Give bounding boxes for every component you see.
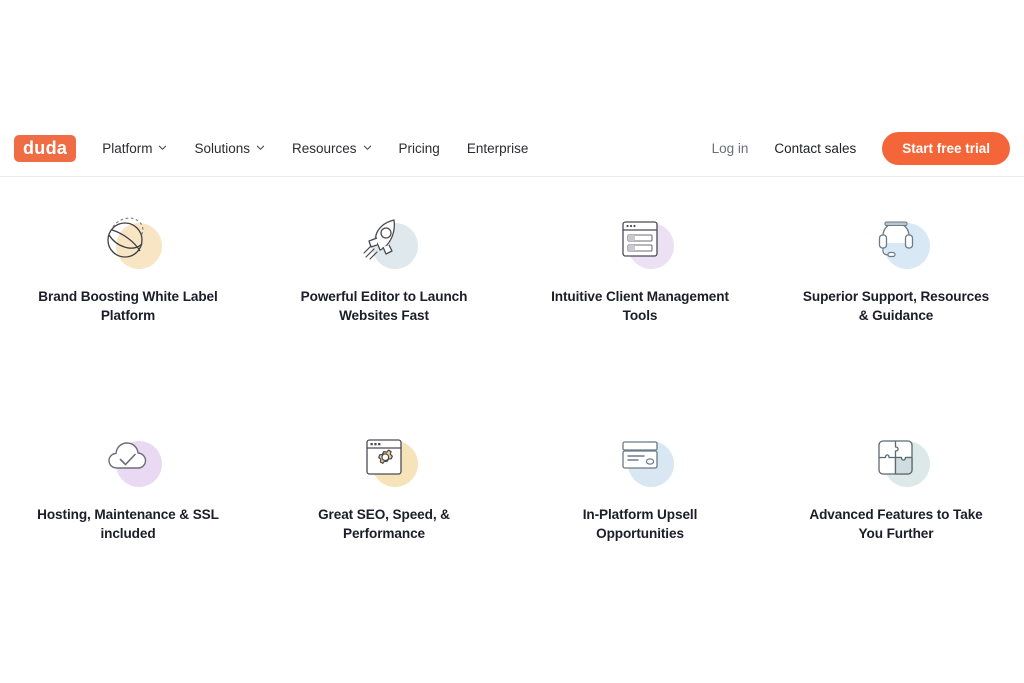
nav-item-platform-label: Platform (102, 141, 153, 156)
nav-item-solutions-label: Solutions (194, 141, 251, 156)
chevron-down-icon (256, 143, 265, 152)
page-top-spacer (0, 0, 1024, 121)
main-navigation-bar: duda Platform Solutions Resources Pricin… (0, 121, 1024, 177)
nav-item-solutions[interactable]: Solutions (194, 141, 265, 156)
nav-left-group: duda Platform Solutions Resources Pricin… (14, 135, 528, 162)
feature-title: Powerful Editor to Launch Websites Fast (300, 289, 468, 324)
feature-icon-wrap (336, 419, 432, 495)
nav-item-enterprise-label: Enterprise (466, 141, 529, 156)
feature-row-2: Hosting, Maintenance & SSL included Grea… (0, 419, 1024, 544)
nav-item-enterprise[interactable]: Enterprise (467, 141, 529, 156)
feature-icon-wrap (80, 419, 176, 495)
feature-icon-wrap (592, 201, 688, 277)
nav-links-group: Platform Solutions Resources Pricing Ent… (102, 141, 528, 156)
login-link[interactable]: Log in (712, 141, 749, 156)
browser-list-icon (622, 221, 658, 257)
feature-card-client-management[interactable]: Intuitive Client Management Tools (512, 201, 768, 326)
feature-title: Hosting, Maintenance & SSL included (37, 506, 219, 541)
puzzle-pieces-icon (878, 439, 913, 475)
nav-item-pricing-label: Pricing (398, 141, 440, 156)
start-free-trial-button[interactable]: Start free trial (882, 132, 1010, 165)
feature-title: Advanced Features to Take You Further (809, 506, 983, 541)
feature-title: Great SEO, Speed, & Performance (318, 506, 450, 541)
duda-logo[interactable]: duda (14, 135, 77, 162)
feature-title: Intuitive Client Management Tools (551, 289, 729, 324)
browser-gear-icon (366, 438, 402, 475)
feature-card-hosting-ssl[interactable]: Hosting, Maintenance & SSL included (0, 419, 256, 544)
feature-card-upsell-opportunities[interactable]: In-Platform Upsell Opportunities (512, 419, 768, 544)
feature-card-brand-boosting[interactable]: Brand Boosting White Label Platform (0, 201, 256, 326)
nav-item-resources-label: Resources (292, 141, 357, 156)
credit-card-icon (622, 440, 658, 469)
nav-right-group: Log in Contact sales Start free trial (712, 132, 1010, 165)
feature-title: Superior Support, Resources & Guidance (802, 289, 990, 324)
feature-rows-spacer (0, 326, 1024, 419)
contact-sales-link[interactable]: Contact sales (774, 141, 856, 156)
feature-card-superior-support[interactable]: Superior Support, Resources & Guidance (768, 201, 1024, 326)
sphere-globe-icon (107, 217, 144, 258)
feature-row-1: Brand Boosting White Label Platform Powe… (0, 201, 1024, 326)
chevron-down-icon (363, 143, 372, 152)
feature-title: In-Platform Upsell Opportunities (582, 506, 698, 541)
headset-icon (878, 221, 914, 258)
feature-card-advanced-features[interactable]: Advanced Features to Take You Further (768, 419, 1024, 544)
rocket-icon (363, 219, 395, 260)
feature-card-powerful-editor[interactable]: Powerful Editor to Launch Websites Fast (256, 201, 512, 326)
features-section: Brand Boosting White Label Platform Powe… (0, 177, 1024, 664)
feature-icon-wrap (336, 201, 432, 277)
feature-card-seo-speed[interactable]: Great SEO, Speed, & Performance (256, 419, 512, 544)
feature-icon-wrap (848, 201, 944, 277)
cloud-check-icon (108, 441, 147, 469)
feature-icon-wrap (848, 419, 944, 495)
nav-item-pricing[interactable]: Pricing (399, 141, 440, 156)
nav-item-resources[interactable]: Resources (292, 141, 372, 156)
chevron-down-icon (158, 143, 167, 152)
feature-title: Brand Boosting White Label Platform (38, 289, 218, 324)
feature-icon-wrap (592, 419, 688, 495)
feature-icon-wrap (80, 201, 176, 277)
nav-item-platform[interactable]: Platform (102, 141, 167, 156)
page-bottom-spacer (0, 543, 1024, 663)
